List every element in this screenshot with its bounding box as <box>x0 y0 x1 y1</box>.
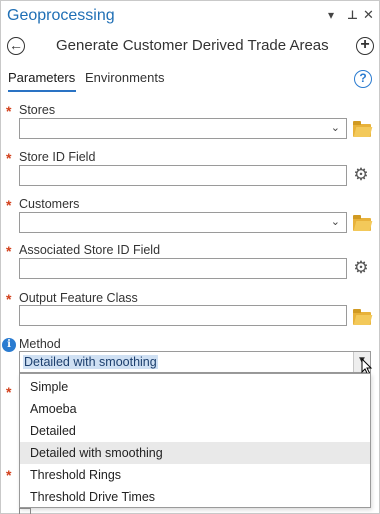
param-label: Associated Store ID Field <box>19 243 161 257</box>
pane-menu-icon[interactable]: ▾ <box>328 8 334 22</box>
plus-icon: + <box>360 36 370 53</box>
tab-strip: Parameters Environments ? <box>1 67 379 93</box>
folder-icon[interactable] <box>353 309 371 325</box>
required-marker: * <box>6 243 12 259</box>
chevron-down-icon: ⌄ <box>330 216 340 228</box>
param-label: Output Feature Class <box>19 291 138 305</box>
gear-icon[interactable]: ⚙ <box>352 166 370 184</box>
active-tab-indicator <box>8 90 76 92</box>
gear-icon[interactable]: ⚙ <box>352 259 370 277</box>
method-option[interactable]: Threshold Rings <box>20 464 370 486</box>
required-marker: * <box>6 103 12 119</box>
tool-title: Generate Customer Derived Trade Areas <box>56 37 329 54</box>
stores-dropdown[interactable]: ⌄ <box>19 118 347 139</box>
tab-environments[interactable]: Environments <box>85 70 164 85</box>
back-arrow-icon: ← <box>9 37 23 53</box>
store-id-field-input[interactable] <box>19 165 347 186</box>
info-icon[interactable]: i <box>2 338 16 352</box>
param-label: Customers <box>19 197 80 211</box>
required-marker: * <box>6 291 12 307</box>
method-option[interactable]: Simple <box>20 376 370 398</box>
tab-parameters[interactable]: Parameters <box>8 70 75 85</box>
geoprocessing-pane: Geoprocessing ▾ ⊥ ✕ ← Generate Customer … <box>0 0 380 514</box>
method-selected-value: Detailed with smoothing <box>23 355 158 369</box>
pane-title: Geoprocessing <box>7 7 115 24</box>
required-marker: * <box>6 384 12 400</box>
folder-icon[interactable] <box>353 215 371 231</box>
customers-dropdown[interactable]: ⌄ <box>19 212 347 233</box>
method-option[interactable]: Detailed with smoothing <box>20 442 370 464</box>
pin-icon[interactable]: ⊥ <box>347 8 358 22</box>
output-feature-class-input[interactable] <box>19 305 347 326</box>
associated-store-id-field-input[interactable] <box>19 258 347 279</box>
param-label: Stores <box>19 103 56 117</box>
folder-icon[interactable] <box>353 121 371 137</box>
close-icon[interactable]: ✕ <box>363 7 374 23</box>
method-option[interactable]: Detailed <box>20 420 370 442</box>
method-label: Method <box>19 337 61 351</box>
method-option[interactable]: Amoeba <box>20 398 370 420</box>
param-label: Store ID Field <box>19 150 96 164</box>
method-option[interactable]: Threshold Drive Times <box>20 486 370 508</box>
chevron-down-icon: ⌄ <box>330 122 340 134</box>
required-marker: * <box>6 197 12 213</box>
pane-title-bar: Geoprocessing ▾ ⊥ ✕ <box>1 1 379 33</box>
method-options-list: Simple Amoeba Detailed Detailed with smo… <box>19 373 371 508</box>
back-button[interactable]: ← <box>7 37 25 55</box>
tool-header: ← Generate Customer Derived Trade Areas … <box>1 33 379 61</box>
add-button[interactable]: + <box>356 36 374 55</box>
checkbox[interactable] <box>19 508 31 514</box>
method-select[interactable]: Detailed with smoothing ▼ <box>19 351 371 373</box>
help-icon[interactable]: ? <box>354 70 372 88</box>
required-marker: * <box>6 150 12 166</box>
required-marker: * <box>6 467 12 483</box>
